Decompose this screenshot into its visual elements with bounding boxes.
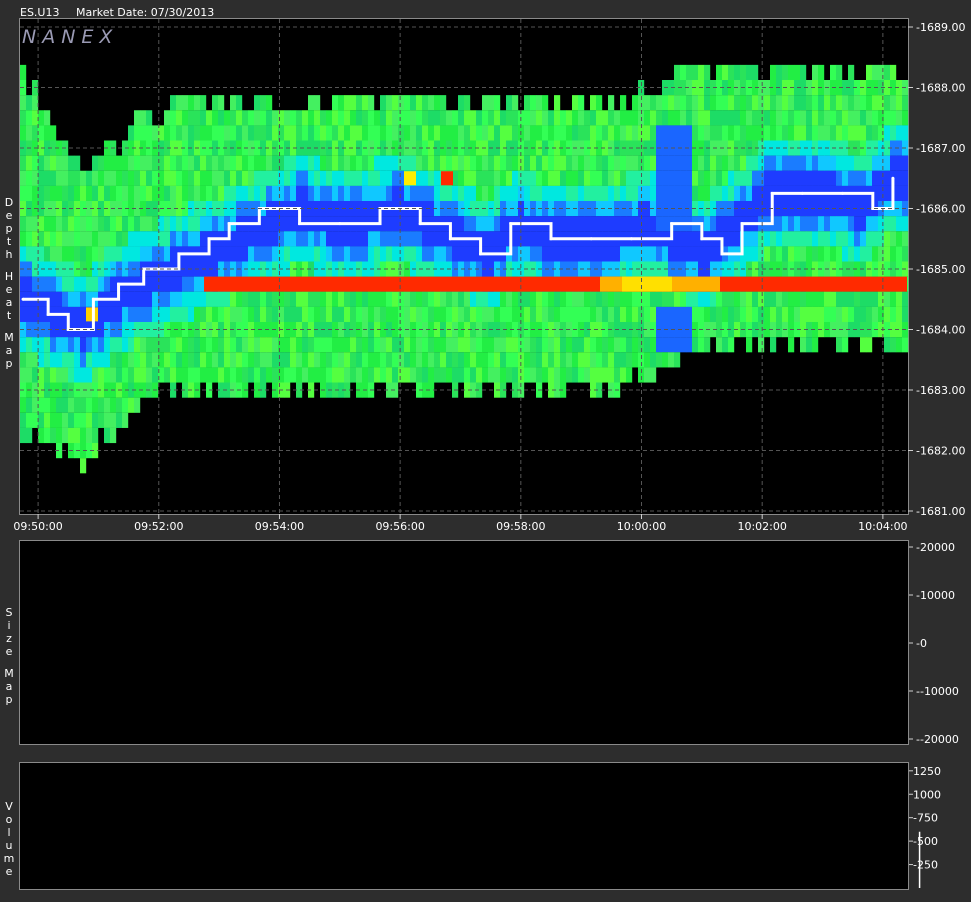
y-tick-label: -1684.00 [916,324,965,337]
x-tick-label: 09:54:00 [255,520,304,533]
y-tick-label: -1683.00 [916,384,965,397]
x-tick-label: 09:58:00 [496,520,545,533]
y-tick-label: -1687.00 [916,142,965,155]
y-tick-label: -1689.00 [916,21,965,34]
x-tick-label: 10:04:00 [858,520,907,533]
y-tick-label: -1688.00 [916,82,965,95]
y-tick-label: -1686.00 [916,203,965,216]
x-tick-label: 10:00:00 [617,520,666,533]
x-tick-label: 09:52:00 [134,520,183,533]
y-tick-label: -1682.00 [916,445,965,458]
x-tick-label: 09:56:00 [375,520,424,533]
y-tick-label: -1681.00 [916,505,965,518]
depth-heat-map-panel [19,18,909,515]
y-tick-label: -1685.00 [916,263,965,276]
x-tick-label: 10:02:00 [737,520,786,533]
x-tick-label: 09:50:00 [13,520,62,533]
